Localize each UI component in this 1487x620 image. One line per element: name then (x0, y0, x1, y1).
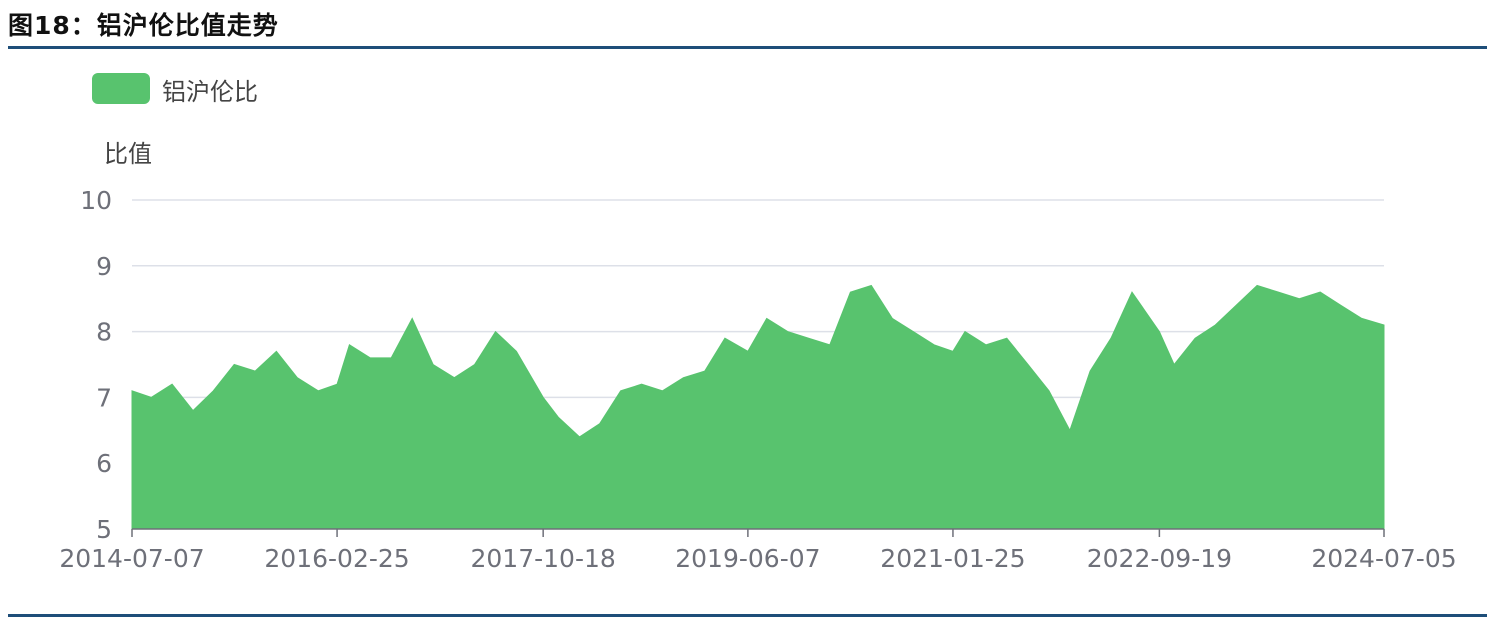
x-tick-label: 2014-07-07 (59, 544, 204, 573)
x-tick-label: 2019-06-07 (675, 544, 820, 573)
y-tick-label: 5 (96, 515, 112, 544)
y-tick-label: 7 (96, 383, 112, 412)
y-tick-label: 9 (96, 252, 112, 281)
x-tick-label: 2024-07-05 (1311, 544, 1456, 573)
y-tick-label: 10 (80, 186, 112, 215)
series-area (131, 284, 1385, 530)
chart-svg: 5 6 7 8 9 10 2014-07-07 2016-02-25 2017-10-18 201… (59, 186, 1456, 573)
bottom-rule (8, 614, 1487, 617)
y-tick-label: 6 (96, 449, 112, 478)
x-tick-label: 2022-09-19 (1087, 544, 1232, 573)
x-tick-label: 2016-02-25 (264, 544, 409, 573)
y-tick-label: 8 (96, 318, 112, 347)
x-tick-label: 2021-01-25 (880, 544, 1025, 573)
x-tick-label: 2017-10-18 (471, 544, 616, 573)
